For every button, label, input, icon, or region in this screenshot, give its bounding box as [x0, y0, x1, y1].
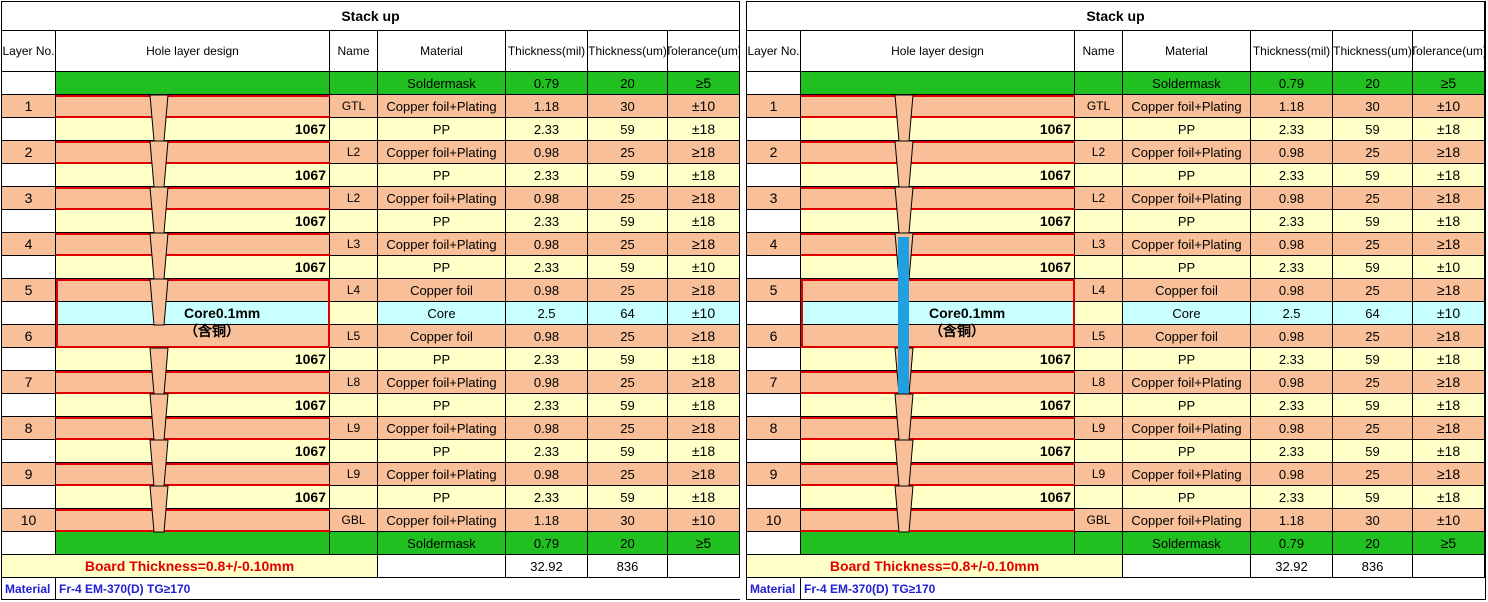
stackup-panel-left: Stack up Layer No. Hole layer design Name Ma…	[1, 1, 740, 600]
microvia	[894, 439, 914, 487]
microvia	[149, 140, 169, 188]
stackup-panel-right: Stack up Layer No. Hole layer design Name Ma…	[746, 1, 1486, 600]
microvia	[149, 232, 169, 280]
microvia	[894, 485, 914, 533]
microvia	[149, 186, 169, 234]
microvia	[894, 186, 914, 234]
buried-through-hole	[898, 237, 909, 394]
hole-design-drawing	[801, 94, 1075, 533]
microvia	[149, 278, 169, 326]
hole-design-drawing	[56, 94, 330, 533]
microvia	[894, 94, 914, 142]
microvia	[894, 393, 914, 441]
microvia	[149, 347, 169, 395]
microvia	[149, 393, 169, 441]
microvia	[149, 94, 169, 142]
microvia	[894, 140, 914, 188]
core-label: Core0.1mm（含铜）	[929, 305, 1006, 339]
microvia	[149, 439, 169, 487]
core-label: Core0.1mm（含铜）	[184, 305, 261, 339]
microvia	[149, 485, 169, 533]
